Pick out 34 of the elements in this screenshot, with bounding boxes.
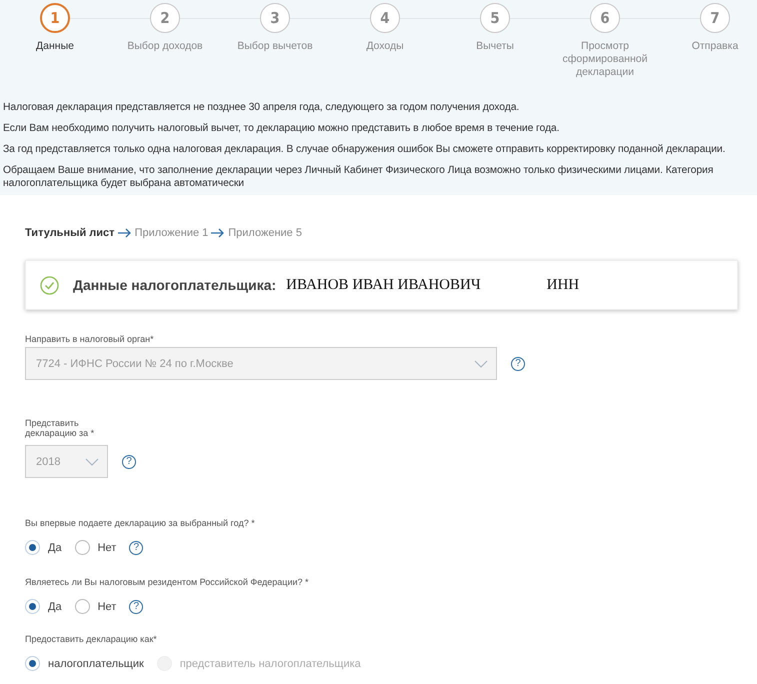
radio-option[interactable]: Да <box>25 540 62 555</box>
radio-option[interactable]: налогоплательщик <box>25 656 144 671</box>
step-label[interactable]: Выбор доходов <box>120 40 210 53</box>
step-number[interactable]: 2 <box>150 3 180 33</box>
step-number[interactable]: 4 <box>370 3 400 33</box>
inn-label: ИНН <box>546 276 580 294</box>
step-number[interactable]: 6 <box>590 3 620 33</box>
field-label: Вы впервые подаете декларацию за выбранный год? * <box>25 518 256 528</box>
taxpayer-label: Данные налогоплательщика: <box>73 277 276 293</box>
notice-text: Если Вам необходимо получить налоговый вычет, то декларацию можно представить в любое время в течение года. <box>3 122 560 135</box>
breadcrumb-link[interactable]: Титульный лист <box>25 227 115 239</box>
breadcrumb-link[interactable]: Приложение 5 <box>228 227 302 239</box>
step-label[interactable]: Вычеты <box>450 40 540 53</box>
field-label: Предоставить декларацию как* <box>25 634 158 644</box>
radio-option[interactable]: Нет <box>74 599 116 614</box>
notice-text: Налоговая декларация представляется не позднее 30 апреля года, следующего за годом получения дохода. <box>3 101 520 114</box>
step-number[interactable]: 1 <box>40 3 70 33</box>
step-label[interactable]: Просмотр сформированной декларации <box>560 40 650 79</box>
step-label[interactable]: Данные <box>10 40 100 53</box>
field-label: Являетесь ли Вы налоговым резидентом Российской Федерации? * <box>25 577 310 587</box>
step-number[interactable]: 3 <box>260 3 290 33</box>
notice-text: Обращаем Ваше внимание, что заполнение декларации через Личный Кабинет Физического Лица возможно только физическими лицами. Категория налогоплательщика будет выбрана автоматически <box>3 164 714 190</box>
notice-text: За год представляется только одна налоговая декларация. В случае обнаружения ошибок Вы сможете отправить корректировку поданной декларации. <box>3 143 726 156</box>
taxpayer-name: ИВАНОВ ИВАН ИВАНОВИЧ <box>286 276 481 294</box>
step-label[interactable]: Выбор вычетов <box>230 40 320 53</box>
field-label: Направить в налоговый орган* <box>25 334 155 344</box>
step-number[interactable]: 5 <box>480 3 510 33</box>
step-number[interactable]: 7 <box>700 3 730 33</box>
step-label[interactable]: Доходы <box>340 40 430 53</box>
radio-option[interactable]: Нет <box>74 540 116 555</box>
field-label: Представить декларацию за * <box>25 418 96 438</box>
breadcrumb-link[interactable]: Приложение 1 <box>134 227 208 239</box>
radio-option[interactable]: Да <box>25 599 62 614</box>
step-label[interactable]: Отправка <box>670 40 757 53</box>
